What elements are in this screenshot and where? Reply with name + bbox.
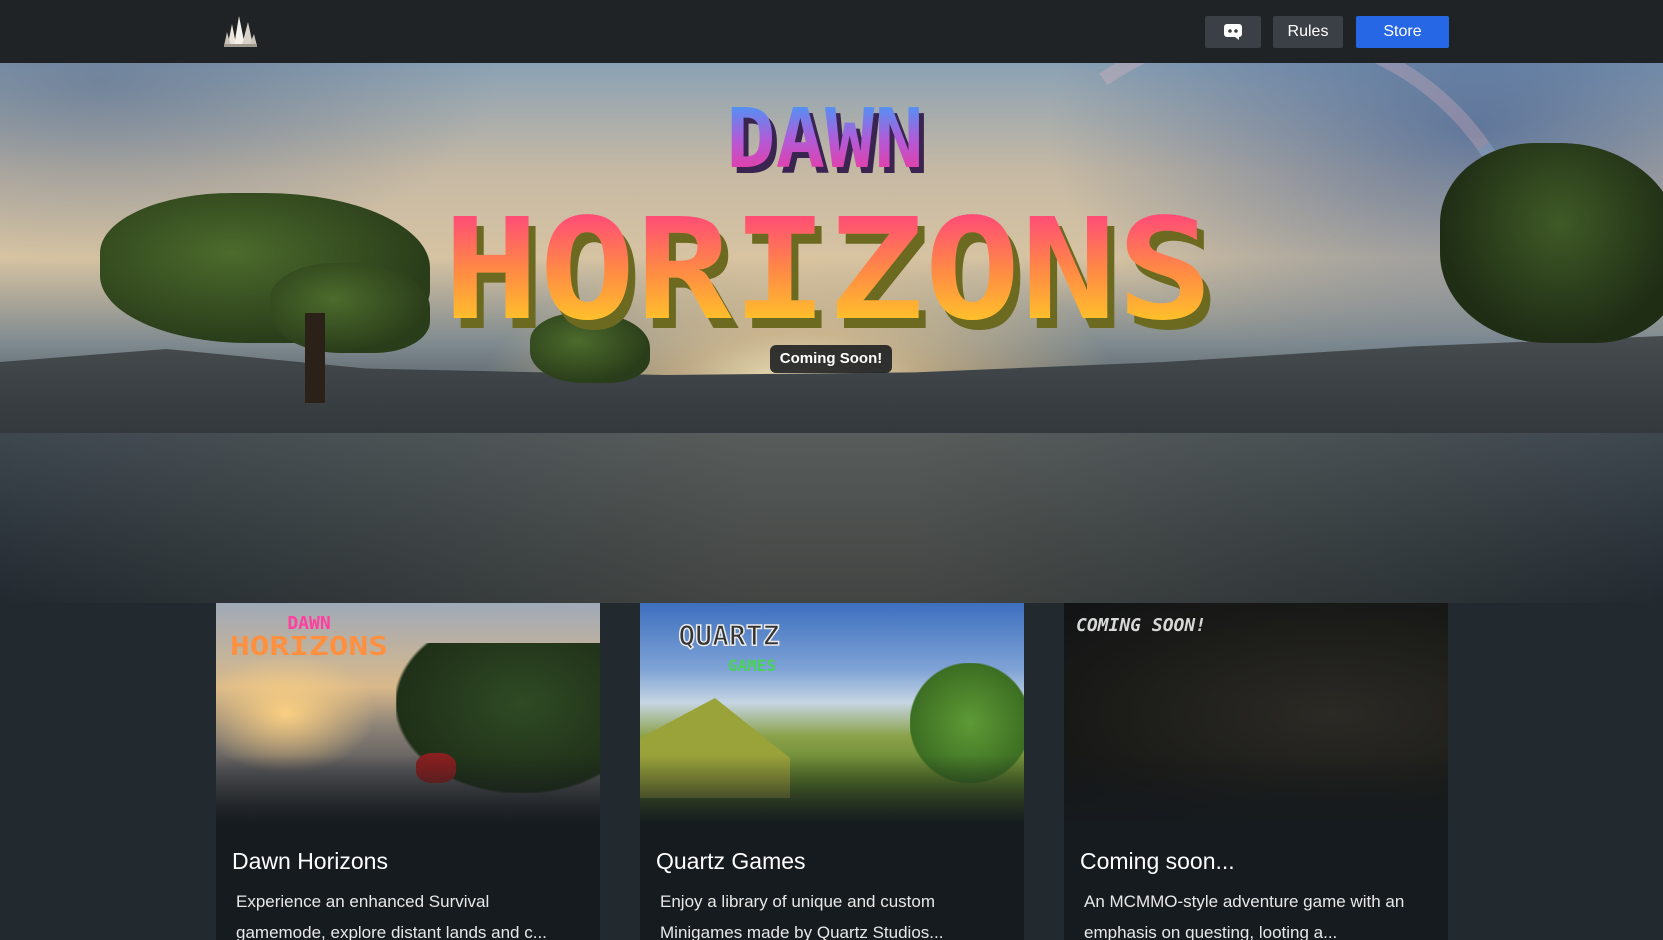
hero-banner: DAWN DAWN HORIZONS HORIZONS Coming Soon! <box>0 63 1663 603</box>
card-image: QUARTZ GAMES <box>640 603 1024 825</box>
coming-soon-badge: Coming Soon! <box>770 345 892 373</box>
rules-button[interactable]: Rules <box>1273 16 1343 48</box>
card-title: Coming soon... <box>1080 848 1235 874</box>
card-title: Dawn Horizons <box>232 848 388 874</box>
logo-line-dawn: DAWN <box>726 93 923 187</box>
quartz-crystal-icon[interactable] <box>220 10 260 50</box>
discord-icon <box>1224 24 1242 40</box>
card-image: COMING SOON! <box>1064 603 1448 825</box>
coming-soon-mini-logo: COMING SOON! <box>1076 615 1206 636</box>
quartz-games-mini-logo: QUARTZ GAMES <box>678 618 781 675</box>
dawn-horizons-logo: DAWN DAWN HORIZONS HORIZONS <box>443 93 1220 343</box>
svg-text:QUARTZ: QUARTZ <box>678 619 779 652</box>
server-card-quartz-games[interactable]: QUARTZ GAMES Quartz Games Enjoy a librar… <box>640 603 1024 940</box>
card-description: Enjoy a library of unique and custom Min… <box>660 892 944 940</box>
dawn-horizons-mini-logo: DAWN HORIZONS <box>230 613 388 661</box>
hero-water <box>0 433 1663 603</box>
svg-text:DAWN: DAWN <box>287 613 330 634</box>
tree <box>270 263 430 353</box>
card-description: An MCMMO-style adventure game with an em… <box>1084 892 1405 940</box>
svg-text:HORIZONS: HORIZONS <box>230 632 388 661</box>
tree <box>1440 143 1663 343</box>
card-image: DAWN HORIZONS <box>216 603 600 825</box>
top-navbar: Rules Store <box>0 0 1663 63</box>
svg-text:GAMES: GAMES <box>728 656 776 675</box>
tree-trunk <box>305 313 325 403</box>
server-card-dawn-horizons[interactable]: DAWN HORIZONS Dawn Horizons Experience a… <box>216 603 600 940</box>
store-button[interactable]: Store <box>1356 16 1449 48</box>
card-description: Experience an enhanced Survival gamemode… <box>236 892 547 940</box>
logo-line-horizons: HORIZONS <box>443 189 1213 343</box>
card-title: Quartz Games <box>656 848 806 874</box>
server-card-coming-soon[interactable]: COMING SOON! Coming soon... An MCMMO-sty… <box>1064 603 1448 940</box>
discord-button[interactable] <box>1205 16 1261 48</box>
svg-text:COMING SOON!: COMING SOON! <box>1076 615 1206 636</box>
